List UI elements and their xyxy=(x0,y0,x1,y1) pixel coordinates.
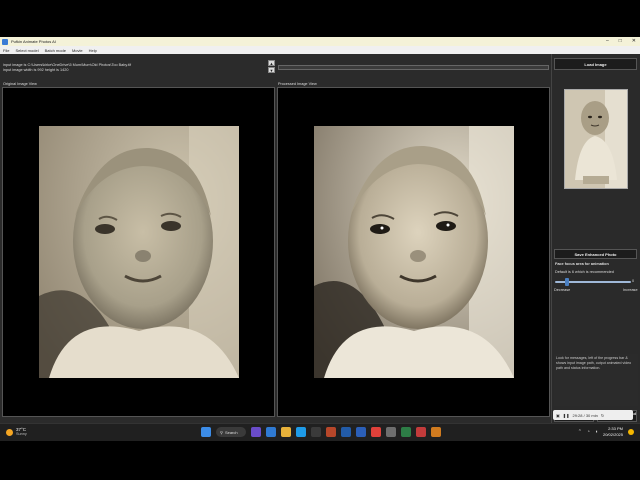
system-tray: ⌃ ◔ ◖ 2:33 PM 20/02/2025 xyxy=(578,426,634,437)
app-icon-6[interactable] xyxy=(356,427,366,437)
sidebar: Load Image Save Enhanced Photo Face focu… xyxy=(551,54,640,423)
app-icon-7[interactable] xyxy=(386,427,396,437)
original-view-label: Original Image View xyxy=(3,82,37,86)
app-icon-2[interactable] xyxy=(266,427,276,437)
input-size-text: input image width is 992 height is 1420 xyxy=(3,68,69,72)
refresh-icon[interactable]: ↻ xyxy=(601,413,604,418)
clock-date: 20/02/2025 xyxy=(602,431,623,437)
progress-bar xyxy=(278,65,549,70)
video-controls: ▣ ❚❚ 29:28 / 30 min ↻ xyxy=(553,410,633,420)
load-image-button[interactable]: Load Image xyxy=(554,58,637,70)
clock[interactable]: 2:33 PM 20/02/2025 xyxy=(603,426,623,437)
chrome-icon[interactable] xyxy=(371,427,381,437)
app-icon-1[interactable] xyxy=(251,427,261,437)
menu-help[interactable]: Help xyxy=(89,48,97,53)
taskbar: 37°C Sunny ⚲ Search ⌃ ◔ ◖ 2:33 PM 20/02/… xyxy=(0,423,640,441)
wifi-icon[interactable]: ◔ xyxy=(587,429,590,435)
notification-icon[interactable] xyxy=(628,428,634,435)
pause-icon[interactable]: ❚❚ xyxy=(563,413,570,418)
slider-increase-label: Increase xyxy=(623,288,638,292)
face-focus-slider-thumb[interactable] xyxy=(565,278,569,286)
save-enhanced-photo-button[interactable]: Save Enhanced Photo xyxy=(554,249,637,259)
app-icon-4[interactable] xyxy=(326,427,336,437)
slider-right-tick: 0 xyxy=(632,279,635,283)
info-scroll-up[interactable]: ▲ xyxy=(268,60,275,66)
windows-start-icon[interactable] xyxy=(201,427,211,437)
info-area: input image is C:\Users\kirke\OneDrive\5… xyxy=(0,54,551,84)
volume-icon[interactable]: ◖ xyxy=(595,429,598,435)
menu-batch-mode[interactable]: Batch mode xyxy=(45,48,66,53)
original-image-view xyxy=(2,87,275,417)
original-photo xyxy=(39,126,239,378)
minimize-button[interactable]: – xyxy=(606,37,609,46)
search-icon: ⚲ xyxy=(220,429,223,435)
messages-box: Look for messages, left of the progress … xyxy=(554,354,638,406)
tray-chevron-icon[interactable]: ⌃ xyxy=(578,429,582,435)
close-button[interactable]: ✕ xyxy=(632,37,636,46)
window-controls: – □ ✕ xyxy=(606,37,636,46)
app-icon-5[interactable] xyxy=(341,427,351,437)
video-time: 29:28 / 30 min xyxy=(572,412,598,418)
menu-bar: File Select model Batch mode Movie Help xyxy=(0,46,640,54)
maximize-button[interactable]: □ xyxy=(619,37,622,46)
window-title: Pufkin Animate Photos AI xyxy=(11,39,56,44)
app-icon-8[interactable] xyxy=(401,427,411,437)
taskbar-apps: ⚲ Search xyxy=(201,427,441,437)
taskbar-search-label: Search xyxy=(224,429,238,435)
app-icon xyxy=(2,38,8,45)
weather-condition: Sunny xyxy=(16,432,27,436)
face-focus-default-text: Default is 6 which is recommended xyxy=(555,270,614,274)
folder-icon[interactable] xyxy=(281,427,291,437)
app-icon-9[interactable] xyxy=(416,427,426,437)
fullscreen-icon[interactable]: ▣ xyxy=(556,413,560,418)
processed-view-label: Processed Image View xyxy=(278,82,317,86)
slider-decrease-label: Decrease xyxy=(554,288,571,292)
app-screen: Pufkin Animate Photos AI – □ ✕ File Sele… xyxy=(0,37,640,423)
title-bar: Pufkin Animate Photos AI – □ ✕ xyxy=(0,37,640,46)
menu-file[interactable]: File xyxy=(3,48,9,53)
menu-movie[interactable]: Movie xyxy=(72,48,83,53)
processed-image-view xyxy=(277,87,550,417)
menu-select-model[interactable]: Select model xyxy=(15,48,38,53)
weather-widget[interactable]: 37°C Sunny xyxy=(6,427,27,437)
processed-photo xyxy=(314,126,514,378)
face-focus-title: Face focus area for animation xyxy=(555,262,609,266)
thumbnail-preview xyxy=(564,89,628,189)
taskbar-search[interactable]: ⚲ Search xyxy=(216,427,246,437)
pufkin-app-icon[interactable] xyxy=(431,427,441,437)
input-path-text: input image is C:\Users\kirke\OneDrive\5… xyxy=(3,63,132,67)
edge-icon[interactable] xyxy=(296,427,306,437)
app-icon-3[interactable] xyxy=(311,427,321,437)
info-scroll-down[interactable]: ▼ xyxy=(268,67,275,73)
sun-icon xyxy=(6,428,13,436)
